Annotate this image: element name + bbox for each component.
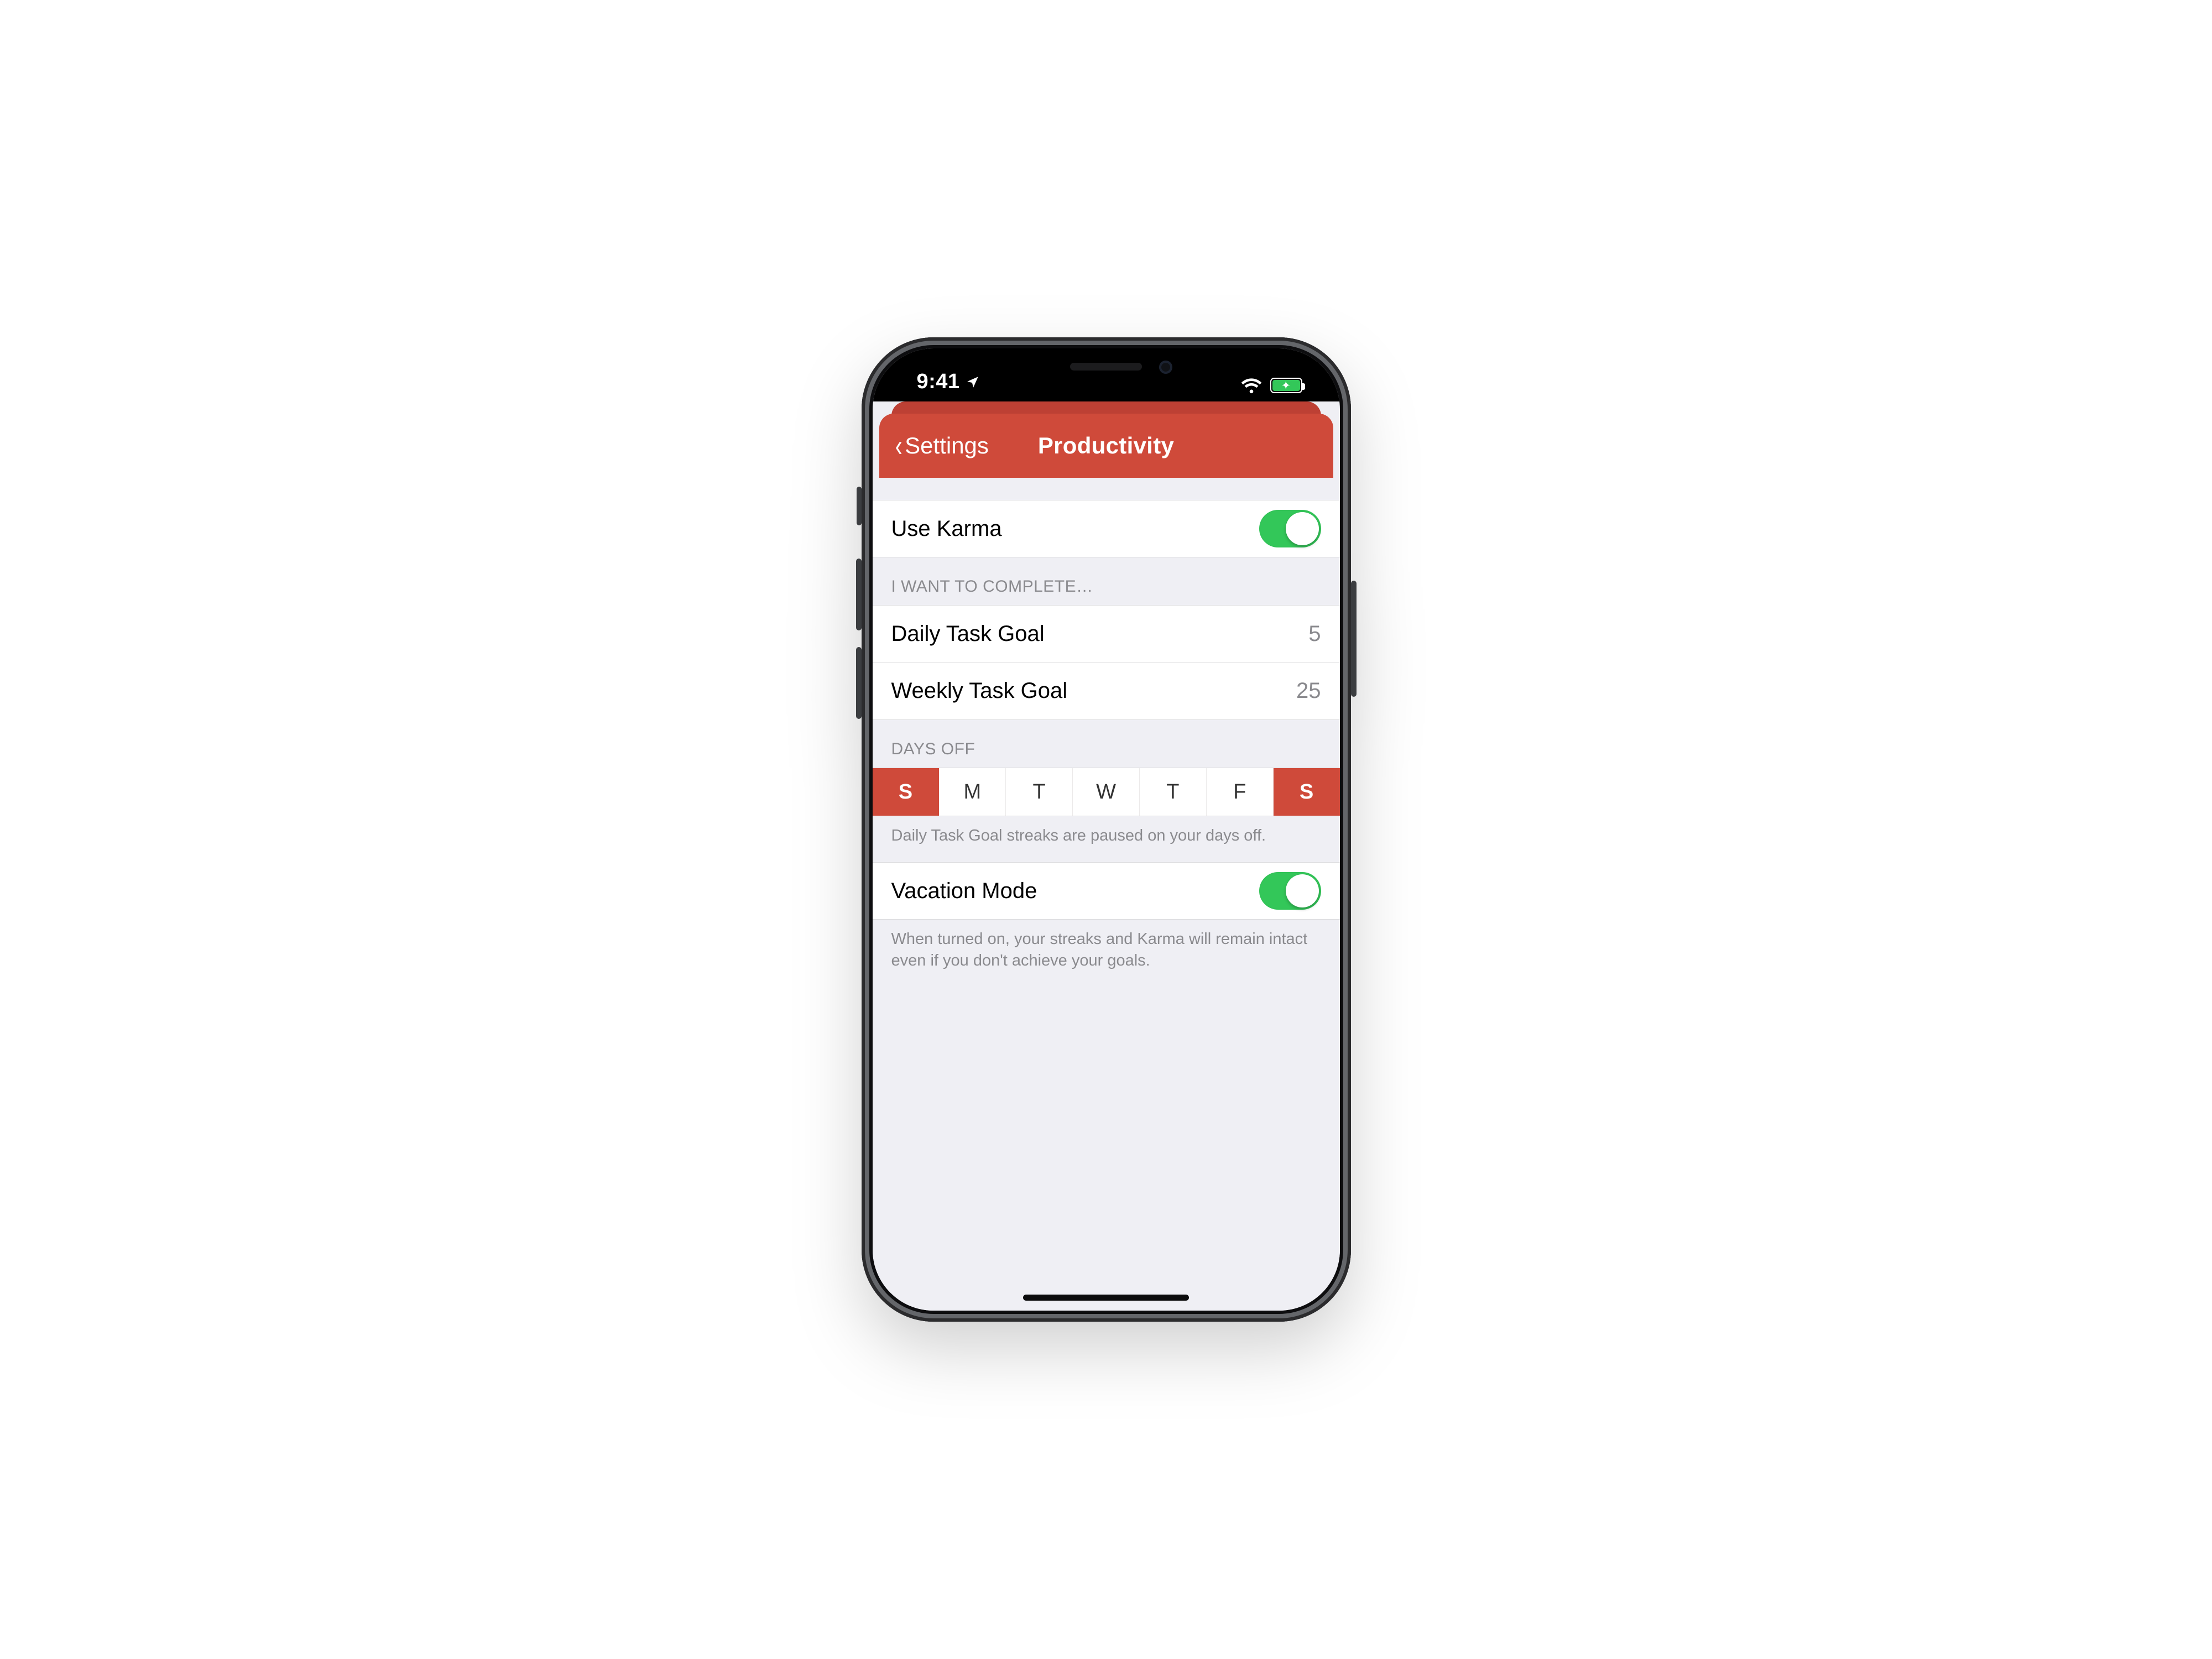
screen: 9:41 ✦ xyxy=(873,348,1340,1311)
speaker-grille xyxy=(1070,363,1142,371)
back-label: Settings xyxy=(905,432,989,459)
page-title: Productivity xyxy=(1034,432,1178,459)
daily-task-goal-value: 5 xyxy=(1308,622,1321,646)
days-off-picker: S M T W T F S xyxy=(873,768,1340,816)
notch xyxy=(979,348,1233,385)
daily-task-goal-row[interactable]: Daily Task Goal 5 xyxy=(873,605,1340,662)
use-karma-toggle[interactable] xyxy=(1259,510,1321,547)
daily-task-goal-label: Daily Task Goal xyxy=(891,622,1045,646)
nav-bar: ‹ Settings Productivity xyxy=(879,414,1333,478)
status-time: 9:41 xyxy=(917,370,960,394)
use-karma-row[interactable]: Use Karma xyxy=(873,500,1340,557)
battery-charging-icon: ✦ xyxy=(1270,378,1302,393)
day-thu[interactable]: T xyxy=(1140,768,1207,816)
day-mon[interactable]: M xyxy=(939,768,1006,816)
goals-section-header: I WANT TO COMPLETE… xyxy=(873,557,1340,605)
back-button[interactable]: ‹ Settings xyxy=(890,432,1034,459)
day-wed[interactable]: W xyxy=(1073,768,1140,816)
day-sat[interactable]: S xyxy=(1274,768,1340,816)
days-off-footer: Daily Task Goal streaks are paused on yo… xyxy=(873,816,1340,852)
home-indicator[interactable] xyxy=(1023,1295,1189,1301)
weekly-task-goal-row[interactable]: Weekly Task Goal 25 xyxy=(873,662,1340,720)
day-fri[interactable]: F xyxy=(1207,768,1274,816)
front-camera xyxy=(1159,361,1172,374)
vacation-mode-footer: When turned on, your streaks and Karma w… xyxy=(873,920,1340,977)
toggle-knob xyxy=(1286,874,1319,907)
vacation-mode-label: Vacation Mode xyxy=(891,879,1037,904)
days-off-section-header: DAYS OFF xyxy=(873,720,1340,768)
weekly-task-goal-label: Weekly Task Goal xyxy=(891,679,1068,703)
phone-device-frame: 9:41 ✦ xyxy=(862,337,1351,1322)
use-karma-label: Use Karma xyxy=(891,517,1002,541)
content-scroll[interactable]: Use Karma I WANT TO COMPLETE… Daily Task… xyxy=(873,478,1340,1311)
chevron-left-icon: ‹ xyxy=(895,436,902,455)
day-sun[interactable]: S xyxy=(873,768,940,816)
vacation-mode-toggle[interactable] xyxy=(1259,872,1321,910)
weekly-task-goal-value: 25 xyxy=(1296,679,1321,703)
wifi-icon xyxy=(1240,377,1262,394)
toggle-knob xyxy=(1286,512,1319,545)
volume-up-button xyxy=(856,559,862,630)
volume-down-button xyxy=(856,647,862,719)
power-button xyxy=(1351,581,1357,697)
day-tue[interactable]: T xyxy=(1006,768,1073,816)
location-arrow-icon xyxy=(966,375,980,389)
vacation-mode-row[interactable]: Vacation Mode xyxy=(873,862,1340,920)
mute-switch xyxy=(857,487,862,525)
